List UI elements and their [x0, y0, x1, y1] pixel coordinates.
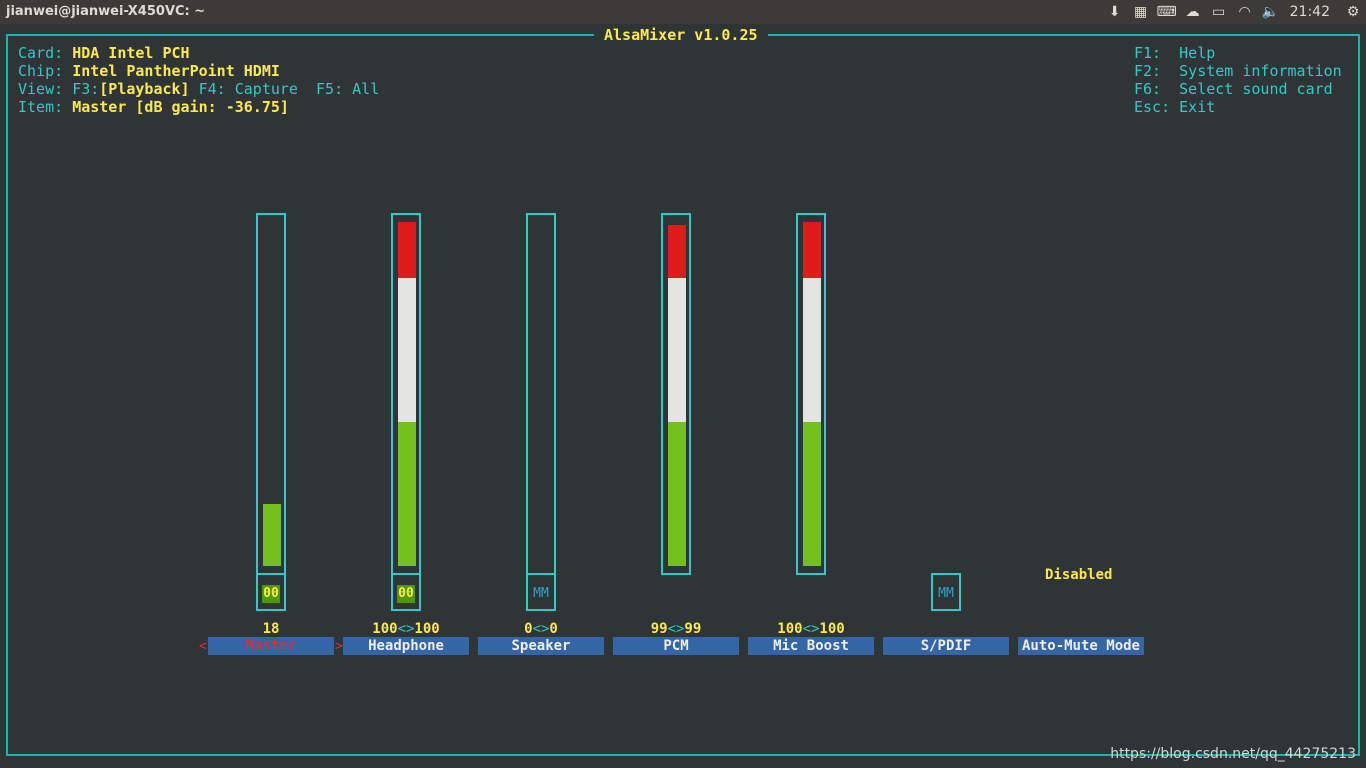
pcm-volume-value: 99<>99: [611, 621, 741, 637]
keyboard-icon[interactable]: ⌨: [1154, 0, 1180, 24]
pcm-vol-left: 99: [650, 621, 668, 637]
speaker-vol-left: 0: [524, 621, 533, 637]
headphone-mute-state: 00: [397, 585, 415, 603]
mic-boost-vol-right: 100: [819, 621, 845, 637]
selected-left-arrow: <: [199, 639, 207, 654]
mic-boost-volume-value: 100<>100: [746, 621, 876, 637]
channel-name-mic-boost[interactable]: Mic Boost: [748, 637, 874, 655]
chip-label: Chip:: [18, 62, 64, 80]
calendar-icon[interactable]: ▦: [1128, 0, 1154, 24]
mic-boost-volume-bar[interactable]: [796, 213, 826, 575]
master-volume-value: 18: [262, 621, 280, 637]
item-label: Item:: [18, 98, 64, 116]
help-f2[interactable]: F2: System information: [1134, 62, 1342, 80]
headphone-vol-left: 100: [372, 621, 398, 637]
pcm-volume-bar[interactable]: [661, 213, 691, 575]
headphone-level: [398, 222, 416, 566]
battery-icon[interactable]: ▭: [1206, 0, 1232, 24]
speaker-volume-bar[interactable]: [526, 213, 556, 575]
card-line: Card: HDA Intel PCH: [18, 44, 190, 62]
wifi-icon[interactable]: ◠: [1232, 0, 1258, 24]
speaker-volume-value: 0<>0: [476, 621, 606, 637]
headphone-mute-box[interactable]: 00: [391, 573, 421, 611]
help-esc[interactable]: Esc: Exit: [1134, 98, 1215, 116]
auto-mute-status: Disabled: [1045, 567, 1113, 583]
update-icon[interactable]: ⬇: [1102, 0, 1128, 24]
chip-value: Intel PantherPoint HDMI: [72, 62, 280, 80]
cloud-icon[interactable]: ☁: [1180, 0, 1206, 24]
channel-name-spdif[interactable]: S/PDIF: [883, 637, 1009, 655]
help-f1[interactable]: F1: Help: [1134, 44, 1215, 62]
vol-separator: <>: [667, 621, 685, 637]
headphone-volume-value: 100<>100: [341, 621, 471, 637]
channel-name-pcm[interactable]: PCM: [613, 637, 739, 655]
volume-icon[interactable]: 🔈: [1258, 0, 1284, 24]
master-mute-state: 00: [262, 585, 280, 603]
mic-boost-level: [803, 222, 821, 566]
window-title: jianwei@jianwei-X450VC: ~: [6, 4, 206, 19]
mic-boost-vol-left: 100: [777, 621, 803, 637]
master-mute-box[interactable]: 00: [256, 573, 286, 611]
selected-right-arrow: >: [335, 639, 343, 654]
view-line: View: F3:[Playback] F4: Capture F5: All: [18, 80, 379, 98]
speaker-mute-state: MM: [533, 586, 549, 601]
gear-icon[interactable]: ⚙: [1340, 0, 1366, 24]
chip-line: Chip: Intel PantherPoint HDMI: [18, 62, 280, 80]
view-playback[interactable]: [Playback]: [99, 80, 189, 98]
speaker-mute-box[interactable]: MM: [526, 573, 556, 611]
pcm-level: [668, 225, 686, 566]
card-value: HDA Intel PCH: [72, 44, 190, 62]
master-volume-bar[interactable]: [256, 213, 286, 575]
spdif-mute-box[interactable]: MM: [931, 573, 961, 611]
clock[interactable]: 21:42: [1284, 4, 1340, 20]
watermark: https://blog.csdn.net/qq_44275213: [1110, 746, 1356, 762]
channel-name-master[interactable]: Master: [208, 637, 334, 655]
channel-name-speaker[interactable]: Speaker: [478, 637, 604, 655]
headphone-vol-right: 100: [414, 621, 440, 637]
headphone-volume-bar[interactable]: [391, 213, 421, 575]
speaker-vol-right: 0: [549, 621, 558, 637]
channel-name-auto-mute[interactable]: Auto-Mute Mode: [1018, 637, 1144, 655]
terminal[interactable]: AlsaMixer v1.0.25 Card: HDA Intel PCH Ch…: [0, 24, 1366, 768]
master-level: [263, 504, 281, 566]
item-value: Master [dB gain: -36.75]: [72, 98, 289, 116]
system-tray: ⬇ ▦ ⌨ ☁ ▭ ◠ 🔈 21:42 ⚙: [1102, 0, 1366, 24]
vol-separator: <>: [532, 621, 550, 637]
vol-separator: <>: [802, 621, 820, 637]
item-line: Item: Master [dB gain: -36.75]: [18, 98, 289, 116]
view-label: View:: [18, 80, 64, 98]
mixer-title: AlsaMixer v1.0.25: [594, 26, 768, 44]
view-f3: F3:: [72, 80, 100, 98]
help-f6[interactable]: F6: Select sound card: [1134, 80, 1333, 98]
channel-name-headphone[interactable]: Headphone: [343, 637, 469, 655]
card-label: Card:: [18, 44, 64, 62]
spdif-mute-state: MM: [938, 586, 954, 601]
pcm-vol-right: 99: [684, 621, 702, 637]
view-other-modes[interactable]: F4: Capture F5: All: [190, 80, 380, 98]
vol-separator: <>: [397, 621, 415, 637]
top-panel: jianwei@jianwei-X450VC: ~ ⬇ ▦ ⌨ ☁ ▭ ◠ 🔈 …: [0, 0, 1366, 24]
